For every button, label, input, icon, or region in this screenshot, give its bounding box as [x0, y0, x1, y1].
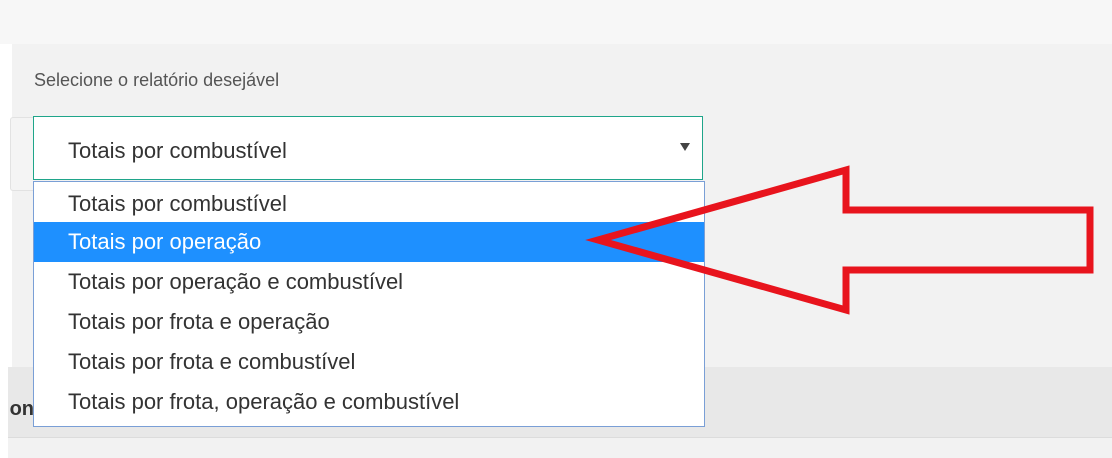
report-select[interactable]: Totais por combustível [33, 116, 703, 180]
report-select-value: Totais por combustível [68, 138, 287, 163]
report-select-label: Selecione o relatório desejável [34, 70, 280, 90]
report-select-dropdown: Totais por combustível Totais por operaç… [33, 181, 705, 427]
caret-down-icon[interactable] [680, 143, 690, 151]
dropdown-option-frota-combustivel[interactable]: Totais por frota e combustível [34, 342, 704, 382]
bottom-strip [8, 438, 1112, 458]
top-strip [0, 0, 1112, 44]
dropdown-option-frota-operacao-combustivel[interactable]: Totais por frota, operação e combustível [34, 382, 704, 422]
dropdown-option-combustivel[interactable]: Totais por combustível [34, 186, 704, 222]
dropdown-option-operacao[interactable]: Totais por operação [34, 222, 704, 262]
dropdown-option-operacao-combustivel[interactable]: Totais por operação e combustível [34, 262, 704, 302]
section-header-label: on [10, 398, 34, 420]
side-tab [10, 117, 35, 191]
dropdown-option-frota-operacao[interactable]: Totais por frota e operação [34, 302, 704, 342]
